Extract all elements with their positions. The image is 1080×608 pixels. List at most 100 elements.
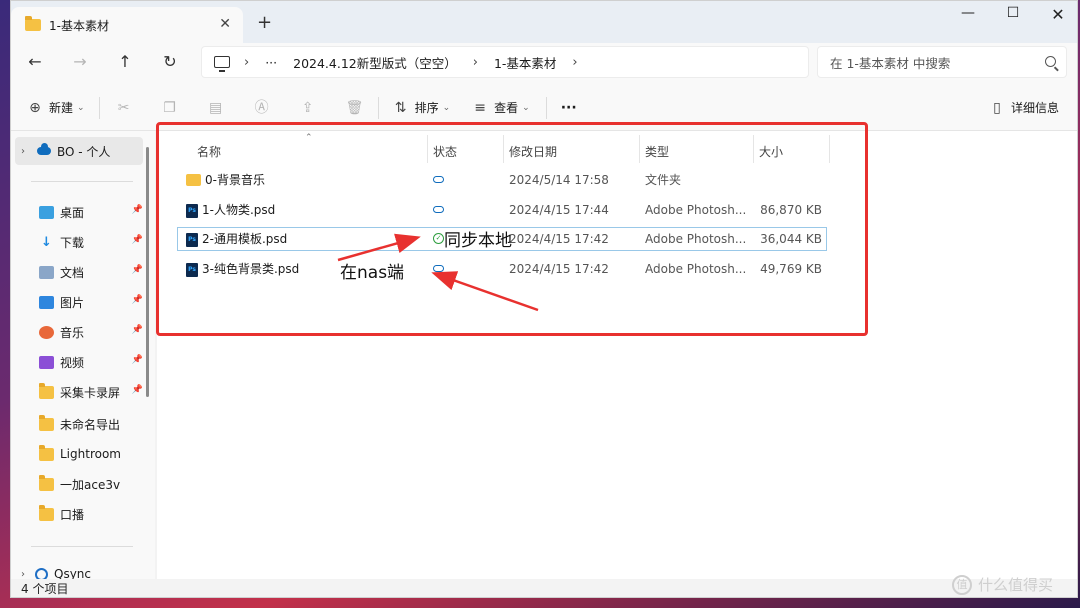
pin-icon: 📌 (131, 205, 143, 215)
breadcrumb-parent[interactable]: 2024.4.12新型版式（空空） (293, 53, 457, 72)
music-icon (39, 325, 54, 339)
folder-icon (25, 16, 41, 31)
watermark-text: 什么值得买 (978, 576, 1054, 594)
tab-title: 1-基本素材 (49, 18, 109, 33)
sidebar-item-downloads[interactable]: ↓ 下载 📌 (39, 229, 143, 255)
sidebar-item-label: 音乐 (60, 325, 85, 340)
sidebar-item-music[interactable]: 音乐 📌 (39, 319, 143, 345)
sidebar-divider (31, 181, 133, 182)
close-window-button[interactable]: ✕ (1043, 5, 1073, 24)
pin-icon: 📌 (131, 355, 143, 365)
new-label: 新建 (49, 101, 74, 115)
delete-icon[interactable]: 🗑 (346, 100, 364, 116)
watermark-logo: 值 (952, 574, 972, 595)
sidebar-item-label: 文档 (60, 265, 85, 280)
close-tab-icon[interactable]: ✕ (219, 16, 231, 32)
toolbar-divider (377, 96, 379, 119)
cloud-icon (37, 143, 51, 155)
video-icon (39, 355, 54, 369)
view-icon: ≡ (474, 99, 486, 116)
chevron-right-icon[interactable]: › (21, 569, 25, 580)
back-button[interactable]: ← (21, 51, 49, 75)
details-pane-button[interactable]: ▯ 详细信息 (989, 99, 1059, 116)
sidebar-item-videos[interactable]: 视频 📌 (39, 349, 143, 375)
annotation-on-nas: 在nas端 (340, 263, 405, 283)
chevron-down-icon: ⌄ (77, 102, 85, 113)
forward-button[interactable]: → (66, 51, 94, 75)
sidebar-item-label: 采集卡录屏 (60, 385, 121, 400)
sidebar-item-label: 下载 (60, 235, 85, 250)
annotation-local-sync: 同步本地 (444, 231, 512, 251)
sidebar-item-unnamed-export[interactable]: 未命名导出 (39, 411, 143, 437)
annotation-highlight-box (156, 122, 868, 336)
sidebar-divider (31, 546, 133, 547)
item-count: 4 个项目 (21, 582, 69, 596)
sidebar-item-oneplus[interactable]: 一加ace3v (39, 471, 143, 497)
chevron-right-icon[interactable]: › (473, 55, 478, 70)
sort-icon: ⇅ (394, 99, 407, 116)
share-icon[interactable]: ⇪ (300, 100, 316, 116)
sidebar-item-capture[interactable]: 采集卡录屏 📌 (39, 379, 143, 405)
search-placeholder: 在 1-基本素材 中搜索 (830, 55, 951, 71)
folder-icon (39, 414, 54, 431)
search-input[interactable]: 在 1-基本素材 中搜索 (817, 46, 1067, 78)
paste-icon[interactable]: ▤ (208, 100, 224, 116)
title-bar: 1-基本素材 ✕ + — ☐ ✕ (11, 1, 1077, 43)
sidebar-item-lightroom[interactable]: Lightroom (39, 441, 143, 467)
desktop-icon (39, 205, 54, 219)
document-icon (39, 265, 54, 279)
new-tab-button[interactable]: + (257, 12, 272, 33)
folder-icon (39, 504, 54, 521)
chevron-right-icon[interactable]: › (572, 55, 577, 70)
watermark: 值 什么值得买 (952, 574, 1053, 595)
details-label: 详细信息 (1010, 101, 1059, 115)
sidebar-item-onedrive[interactable]: › BO - 个人 (15, 137, 143, 165)
sidebar-item-label: 视频 (60, 355, 85, 370)
sidebar-item-label: Lightroom (60, 447, 121, 461)
navigation-pane: › BO - 个人 桌面 📌 ↓ 下载 📌 文档 📌 图片 📌 音乐 📌 视频 … (11, 131, 155, 581)
up-button[interactable]: ↑ (111, 51, 139, 75)
breadcrumb-overflow[interactable]: ··· (265, 55, 277, 70)
pin-icon: 📌 (131, 235, 143, 245)
chevron-right-icon[interactable]: › (21, 146, 25, 157)
folder-icon (39, 474, 54, 491)
view-label: 查看 (494, 101, 519, 115)
details-pane-icon: ▯ (993, 99, 1001, 116)
navigation-row: ← → ↑ ↻ › ··· 2024.4.12新型版式（空空） › 1-基本素材… (11, 43, 1077, 85)
pin-icon: 📌 (131, 325, 143, 335)
pictures-icon (39, 295, 54, 309)
sidebar-item-voiceover[interactable]: 口播 (39, 501, 143, 527)
toolbar-divider (98, 96, 100, 119)
sidebar-item-label: 未命名导出 (60, 417, 121, 432)
cut-icon[interactable]: ✂ (116, 100, 132, 116)
sort-button[interactable]: ⇅ 排序 ⌄ (393, 99, 450, 116)
rename-icon[interactable]: Ⓐ (254, 100, 270, 116)
download-icon: ↓ (41, 234, 52, 250)
sidebar-item-label: 一加ace3v (60, 477, 121, 492)
sidebar-item-desktop[interactable]: 桌面 📌 (39, 199, 143, 225)
chevron-right-icon[interactable]: › (244, 55, 249, 70)
sidebar-scrollbar[interactable] (146, 147, 149, 397)
chevron-down-icon: ⌄ (522, 102, 530, 113)
computer-icon (214, 56, 230, 72)
sidebar-item-pictures[interactable]: 图片 📌 (39, 289, 143, 315)
status-bar: 4 个项目 (11, 579, 1077, 597)
toolbar-divider (545, 96, 547, 119)
sidebar-item-label: 图片 (60, 295, 85, 310)
more-options-button[interactable]: ··· (561, 100, 577, 116)
minimize-button[interactable]: — (953, 5, 983, 21)
tab-current-folder[interactable]: 1-基本素材 ✕ (11, 7, 243, 43)
folder-icon (39, 382, 54, 399)
folder-icon (39, 444, 54, 461)
view-button[interactable]: ≡ 查看 ⌄ (472, 99, 530, 116)
plus-circle-icon: ⊕ (29, 99, 41, 116)
maximize-button[interactable]: ☐ (998, 5, 1028, 21)
breadcrumb-current[interactable]: 1-基本素材 (494, 53, 556, 72)
refresh-button[interactable]: ↻ (156, 51, 184, 75)
sidebar-item-label: BO - 个人 (57, 144, 111, 159)
new-button[interactable]: ⊕ 新建 ⌄ (27, 99, 85, 116)
address-bar[interactable]: › ··· 2024.4.12新型版式（空空） › 1-基本素材 › (201, 46, 809, 78)
pin-icon: 📌 (131, 265, 143, 275)
sidebar-item-documents[interactable]: 文档 📌 (39, 259, 143, 285)
copy-icon[interactable]: ❐ (162, 100, 178, 116)
